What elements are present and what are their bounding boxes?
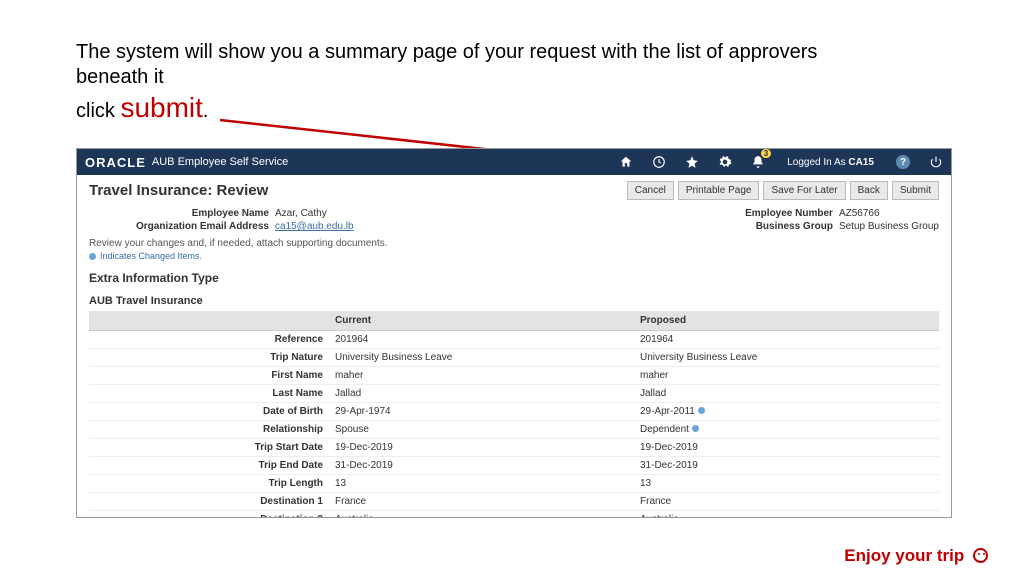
table-row: First Namemahermaher bbox=[89, 367, 939, 385]
submit-button[interactable]: Submit bbox=[892, 181, 939, 200]
current-value: Jallad bbox=[329, 385, 634, 403]
instruction-line1: The system will show you a summary page … bbox=[76, 40, 856, 90]
cancel-button[interactable]: Cancel bbox=[627, 181, 674, 200]
changed-legend: Indicates Changed Items. bbox=[89, 251, 939, 261]
oracle-logo: ORACLE bbox=[85, 155, 146, 170]
proposed-value: France bbox=[634, 493, 939, 511]
current-value: France bbox=[329, 493, 634, 511]
current-value: maher bbox=[329, 367, 634, 385]
bus-group-label: Business Group bbox=[723, 221, 833, 232]
changed-indicator-icon bbox=[692, 425, 699, 432]
oracle-app-window: ORACLE AUB Employee Self Service 3 Logge… bbox=[76, 148, 952, 518]
current-value: 201964 bbox=[329, 331, 634, 349]
comparison-table: Current Proposed Reference201964201964 T… bbox=[89, 311, 939, 517]
proposed-value: 31-Dec-2019 bbox=[634, 457, 939, 475]
table-row: Trip Start Date19-Dec-201919-Dec-2019 bbox=[89, 439, 939, 457]
proposed-value: maher bbox=[634, 367, 939, 385]
top-bar-icons: 3 Logged In As CA15 ? bbox=[618, 155, 943, 170]
emp-num-label: Employee Number bbox=[723, 208, 833, 219]
footer-enjoy: Enjoy your trip bbox=[844, 546, 988, 566]
table-row: Trip Length1313 bbox=[89, 475, 939, 493]
employee-meta: Employee Name Azar, Cathy Organization E… bbox=[89, 206, 939, 236]
instruction-line2: click submit. bbox=[76, 90, 856, 125]
current-value: 31-Dec-2019 bbox=[329, 457, 634, 475]
field-label: Trip Start Date bbox=[89, 439, 329, 457]
review-note: Review your changes and, if needed, atta… bbox=[89, 238, 939, 249]
instruction-text: The system will show you a summary page … bbox=[76, 40, 856, 125]
action-buttons: Cancel Printable Page Save For Later Bac… bbox=[627, 181, 939, 200]
save-for-later-button[interactable]: Save For Later bbox=[763, 181, 845, 200]
table-row: Reference201964201964 bbox=[89, 331, 939, 349]
emp-name-label: Employee Name bbox=[89, 208, 269, 219]
gear-icon[interactable] bbox=[717, 155, 732, 170]
section-title: Extra Information Type bbox=[89, 271, 939, 285]
col-proposed: Proposed bbox=[634, 311, 939, 331]
org-email-label: Organization Email Address bbox=[89, 221, 269, 232]
changed-indicator-icon bbox=[89, 253, 96, 260]
notification-badge: 3 bbox=[761, 149, 771, 158]
current-value: 29-Apr-1974 bbox=[329, 403, 634, 421]
page-header: Travel Insurance: Review Cancel Printabl… bbox=[89, 181, 939, 200]
power-icon[interactable] bbox=[928, 155, 943, 170]
changed-indicator-icon bbox=[698, 407, 705, 414]
star-icon[interactable] bbox=[684, 155, 699, 170]
field-label: Destination 2 bbox=[89, 511, 329, 518]
table-row: RelationshipSpouseDependent bbox=[89, 421, 939, 439]
emp-name-value: Azar, Cathy bbox=[275, 208, 327, 219]
home-icon[interactable] bbox=[618, 155, 633, 170]
app-title: AUB Employee Self Service bbox=[152, 156, 288, 168]
proposed-value: 13 bbox=[634, 475, 939, 493]
current-value: 19-Dec-2019 bbox=[329, 439, 634, 457]
page-title: Travel Insurance: Review bbox=[89, 182, 268, 199]
field-label: Trip End Date bbox=[89, 457, 329, 475]
page-content: Travel Insurance: Review Cancel Printabl… bbox=[77, 175, 951, 517]
proposed-value: Jallad bbox=[634, 385, 939, 403]
table-row: Last NameJalladJallad bbox=[89, 385, 939, 403]
table-row: Destination 1FranceFrance bbox=[89, 493, 939, 511]
field-label: Trip Length bbox=[89, 475, 329, 493]
current-value: Spouse bbox=[329, 421, 634, 439]
field-label: Trip Nature bbox=[89, 349, 329, 367]
bus-group-value: Setup Business Group bbox=[839, 221, 939, 232]
back-button[interactable]: Back bbox=[850, 181, 888, 200]
table-row: Destination 2AustraliaAustralia bbox=[89, 511, 939, 518]
oracle-top-bar: ORACLE AUB Employee Self Service 3 Logge… bbox=[77, 149, 951, 175]
bell-icon[interactable]: 3 bbox=[750, 155, 765, 170]
proposed-value: Dependent bbox=[634, 421, 939, 439]
field-label: Date of Birth bbox=[89, 403, 329, 421]
table-row: Date of Birth29-Apr-197429-Apr-2011 bbox=[89, 403, 939, 421]
field-label: Reference bbox=[89, 331, 329, 349]
sub-heading: AUB Travel Insurance bbox=[89, 295, 939, 307]
org-email-link[interactable]: ca15@aub.edu.lb bbox=[275, 221, 354, 232]
field-label: Last Name bbox=[89, 385, 329, 403]
instruction-highlight: submit bbox=[120, 92, 202, 123]
proposed-value: 201964 bbox=[634, 331, 939, 349]
logged-in-text: Logged In As CA15 bbox=[787, 157, 874, 168]
clock-icon[interactable] bbox=[651, 155, 666, 170]
current-value: Australia bbox=[329, 511, 634, 518]
current-value: University Business Leave bbox=[329, 349, 634, 367]
proposed-value: 19-Dec-2019 bbox=[634, 439, 939, 457]
col-current: Current bbox=[329, 311, 634, 331]
current-value: 13 bbox=[329, 475, 634, 493]
field-label: First Name bbox=[89, 367, 329, 385]
proposed-value: 29-Apr-2011 bbox=[634, 403, 939, 421]
proposed-value: Australia bbox=[634, 511, 939, 518]
smile-icon bbox=[973, 548, 988, 563]
field-label: Relationship bbox=[89, 421, 329, 439]
table-row: Trip NatureUniversity Business LeaveUniv… bbox=[89, 349, 939, 367]
printable-page-button[interactable]: Printable Page bbox=[678, 181, 760, 200]
table-row: Trip End Date31-Dec-201931-Dec-2019 bbox=[89, 457, 939, 475]
field-label: Destination 1 bbox=[89, 493, 329, 511]
col-field bbox=[89, 311, 329, 331]
help-icon[interactable]: ? bbox=[896, 155, 910, 169]
emp-num-value: AZ56766 bbox=[839, 208, 880, 219]
proposed-value: University Business Leave bbox=[634, 349, 939, 367]
